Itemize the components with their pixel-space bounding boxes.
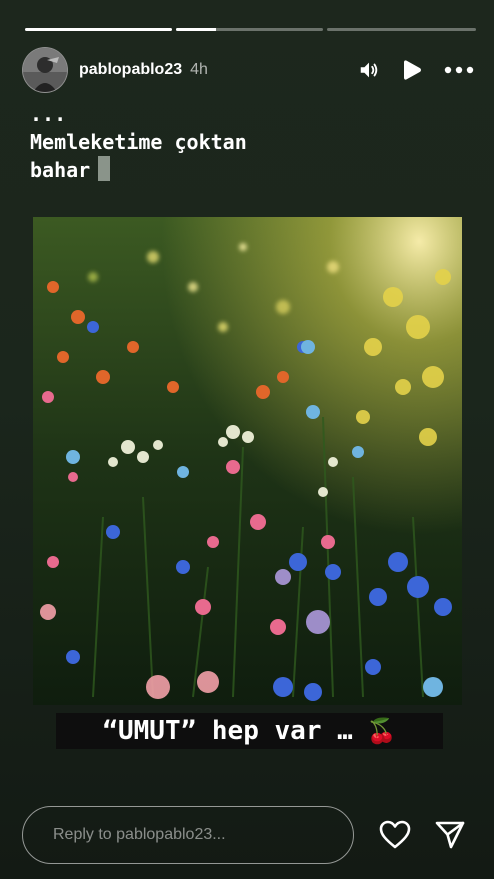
sticker-text: “UMUT” hep var … — [102, 716, 353, 746]
story-caption: ... Memleketime çoktan bahar — [30, 100, 247, 184]
reply-box[interactable] — [22, 806, 354, 864]
avatar[interactable] — [22, 47, 68, 93]
send-icon[interactable] — [432, 817, 468, 853]
caption-line: ... — [30, 102, 67, 126]
story-progress-3 — [327, 28, 476, 31]
story-header: pablopablo23 4h — [22, 47, 474, 93]
more-icon[interactable] — [444, 66, 474, 74]
post-time: 4h — [190, 61, 208, 78]
story-progress-1 — [25, 28, 172, 31]
story-text-sticker: “UMUT” hep var … 🍒 — [56, 713, 443, 749]
progress-fill — [176, 28, 216, 31]
caption-line: Memleketime çoktan — [30, 130, 247, 154]
progress-fill — [25, 28, 172, 31]
heart-icon[interactable] — [377, 817, 413, 853]
username[interactable]: pablopablo23 — [79, 61, 182, 79]
story-photo-flowers — [33, 217, 462, 705]
story-progress-2 — [176, 28, 323, 31]
caption-line: bahar — [30, 158, 91, 182]
text-cursor-block — [98, 156, 111, 181]
play-icon[interactable] — [402, 59, 422, 81]
cherry-emoji: 🍒 — [366, 717, 397, 745]
reply-input[interactable] — [51, 825, 353, 845]
speaker-icon[interactable] — [358, 59, 380, 81]
